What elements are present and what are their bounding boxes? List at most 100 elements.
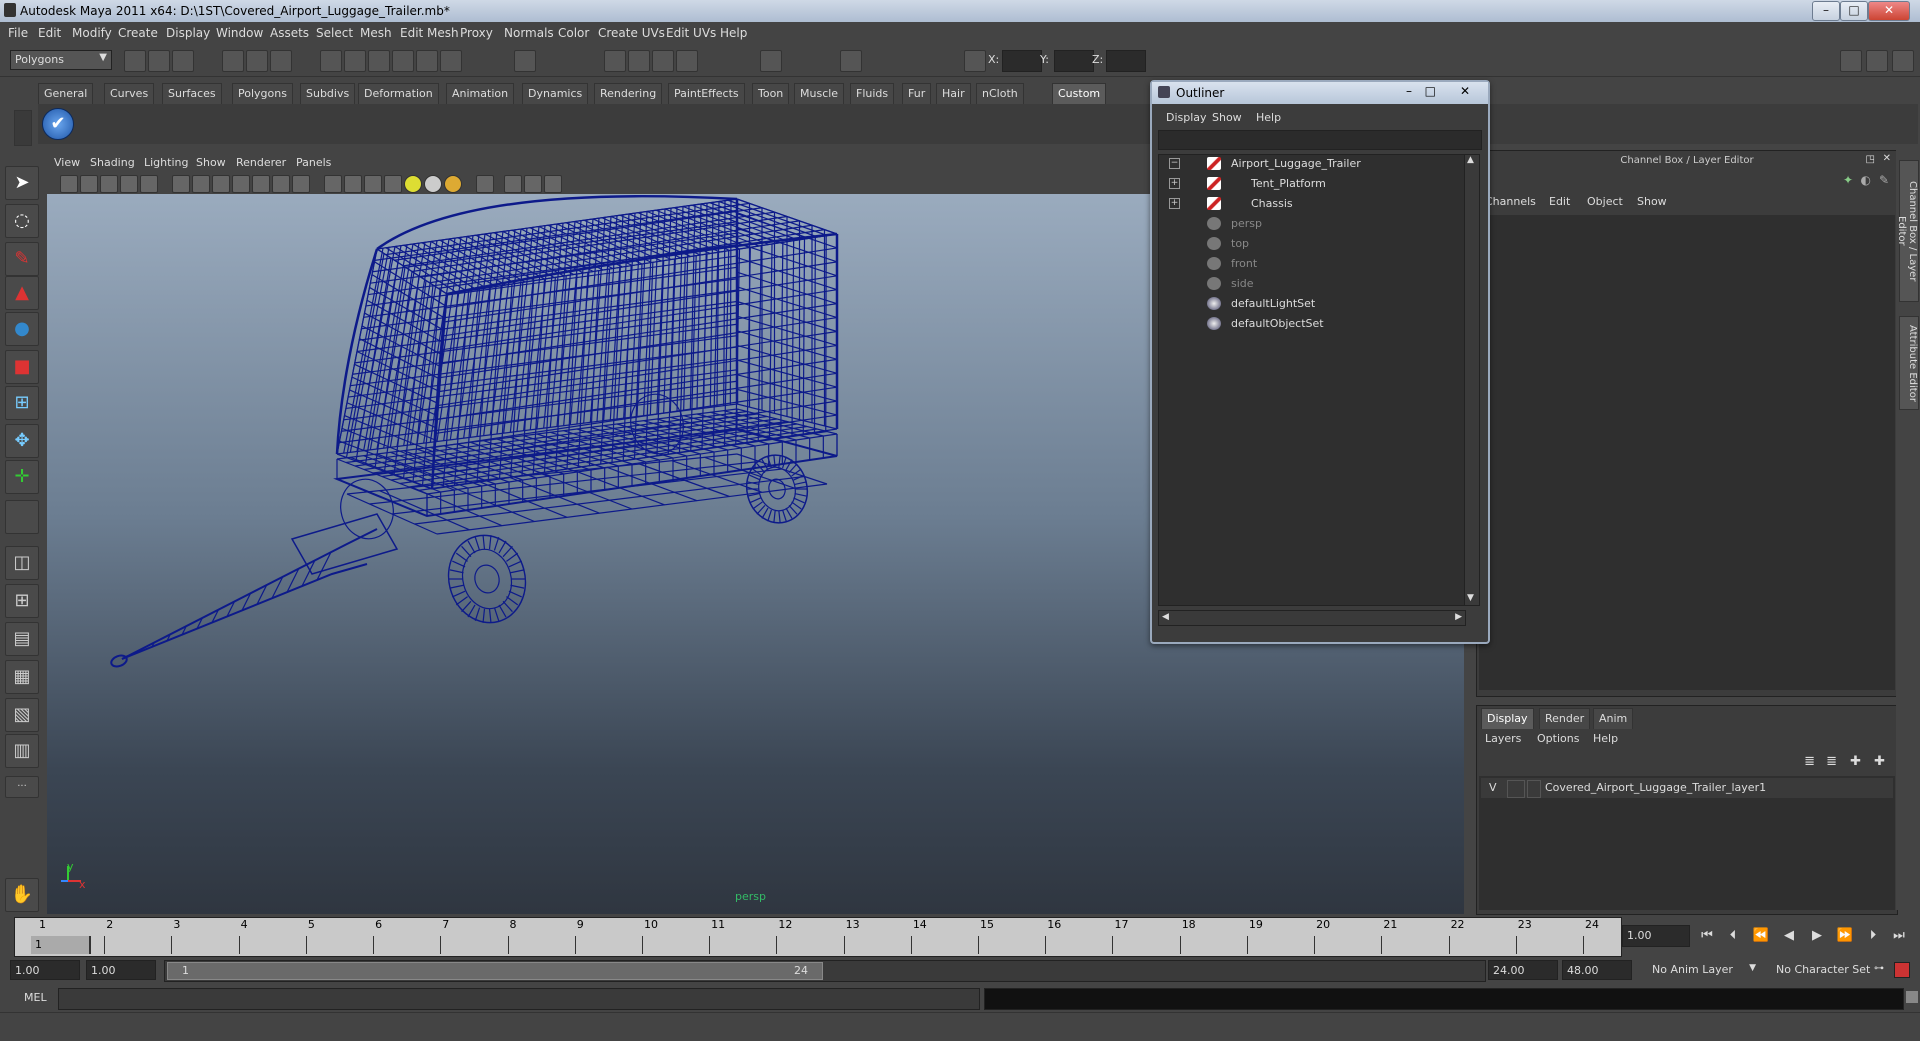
go-to-end-icon[interactable]: ⏭ [1888,925,1910,947]
range-slider-handle[interactable]: 1 24 [167,962,823,980]
shadows-icon[interactable] [444,175,462,193]
select-by-hierarchy-icon[interactable] [222,50,244,72]
outliner-close-button[interactable]: ✕ [1460,84,1470,98]
cb-menu-show[interactable]: Show [1637,195,1667,208]
animation-prefs-icon[interactable] [1894,962,1910,978]
outliner-filter-input[interactable] [1158,130,1482,150]
layer-visibility-toggle[interactable]: V [1489,781,1497,794]
play-forwards-icon[interactable]: ▶ [1806,925,1828,947]
range-slider[interactable]: 1 24 [164,960,1486,982]
step-back-icon[interactable]: ⏴ [1722,925,1744,947]
character-set-select[interactable]: No Character Set ⊶ [1764,960,1884,980]
isolate-select-icon[interactable] [476,175,494,193]
layer-menu-help[interactable]: Help [1593,732,1618,745]
vp-menu-panels[interactable]: Panels [296,156,331,169]
snap-curve-icon[interactable] [344,50,366,72]
xray-icon[interactable] [504,175,522,193]
image-plane-icon[interactable] [120,175,138,193]
select-by-object-icon[interactable] [246,50,268,72]
menu-color[interactable]: Color [558,26,589,40]
wireframe-icon[interactable] [324,175,342,193]
tab-general[interactable]: General [38,83,94,104]
more-layouts-icon[interactable]: ··· [5,776,39,798]
move-layer-up-icon[interactable]: ≣ [1804,754,1815,769]
select-tool-icon[interactable]: ➤ [5,166,39,200]
script-editor-icon[interactable] [1906,991,1918,1003]
current-frame-marker[interactable]: 1 [31,936,91,954]
render-icon[interactable] [604,50,626,72]
snap-grid-icon[interactable] [320,50,342,72]
last-tool-icon[interactable] [5,500,39,534]
open-scene-icon[interactable] [148,50,170,72]
menu-edit[interactable]: Edit [38,26,61,40]
xray-joints-icon[interactable] [524,175,542,193]
menu-create-uvs[interactable]: Create UVs [598,26,665,40]
single-perspective-layout-icon[interactable]: ◫ [5,546,39,580]
outliner-titlebar[interactable]: Outliner – □ ✕ [1152,82,1488,104]
scale-tool-icon[interactable]: ■ [5,350,39,384]
layer-template-toggle[interactable] [1507,780,1525,798]
menu-display[interactable]: Display [166,26,210,40]
menu-edit-mesh[interactable]: Edit Mesh [400,26,459,40]
tab-deformation[interactable]: Deformation [358,83,439,104]
new-scene-icon[interactable] [124,50,146,72]
outliner-menu-show[interactable]: Show [1212,111,1242,124]
close-panel-icon[interactable]: ✕ [1883,153,1891,164]
outliner-item-default-light-set[interactable]: defaultLightSet [1159,295,1459,313]
channel-icon-c[interactable]: ✎ [1879,173,1889,187]
scroll-down-icon[interactable]: ▼ [1467,593,1474,603]
step-forward-icon[interactable]: ⏵ [1862,925,1884,947]
tab-subdivs[interactable]: Subdivs [300,83,356,104]
playback-start-field[interactable]: 1.00 [86,960,156,980]
outliner-item-top[interactable]: top [1159,235,1459,253]
cb-menu-channels[interactable]: Channels [1485,195,1536,208]
layer-tab-anim[interactable]: Anim [1593,708,1634,729]
layer-row[interactable]: V Covered_Airport_Luggage_Trailer_layer1 [1481,778,1893,798]
menu-proxy[interactable]: Proxy [460,26,493,40]
cb-menu-edit[interactable]: Edit [1549,195,1570,208]
new-layer-icon[interactable]: ✚ [1850,754,1861,769]
input-line-icon[interactable] [760,50,782,72]
channel-icon-b[interactable]: ◐ [1861,173,1871,187]
move-tool-icon[interactable]: ▲ [5,276,39,310]
layer-menu-layers[interactable]: Layers [1485,732,1521,745]
graph-layout-icon[interactable]: ▥ [5,734,39,768]
channel-box-toggle-icon[interactable] [1866,50,1888,72]
mode-select[interactable]: Polygons ▼ [10,50,112,70]
smooth-shade-icon[interactable] [344,175,362,193]
outliner-item-side[interactable]: side [1159,275,1459,293]
all-lights-icon[interactable] [424,175,442,193]
channel-icon-a[interactable]: ✦ [1843,173,1853,187]
time-slider[interactable]: 1 2 3 4 5 6 7 8 9 10 11 12 13 14 15 16 17 18 19 20 21 22 23 24 1 [14,917,1622,957]
close-button[interactable]: ✕ [1868,1,1910,21]
save-scene-icon[interactable] [172,50,194,72]
universal-manip-icon[interactable]: ⊞ [5,386,39,420]
step-back-key-icon[interactable]: ⏪ [1750,925,1772,947]
safe-title-icon[interactable] [292,175,310,193]
tab-toon[interactable]: Toon [752,83,790,104]
menu-create[interactable]: Create [118,26,158,40]
persp-outliner-layout-icon[interactable]: ▤ [5,622,39,656]
outliner-horizontal-scrollbar[interactable]: ◀ ▶ [1158,610,1466,626]
textured-icon[interactable] [384,175,402,193]
vp-menu-show[interactable]: Show [196,156,226,169]
soft-mod-icon[interactable]: ✥ [5,424,39,458]
shelf-handle[interactable] [14,110,32,146]
hypershade-layout-icon[interactable]: ▧ [5,698,39,732]
vp-menu-shading[interactable]: Shading [90,156,135,169]
outliner-minimize-button[interactable]: – [1406,84,1412,98]
select-by-component-icon[interactable] [270,50,292,72]
outliner-item-airport-luggage-trailer[interactable]: − Airport_Luggage_Trailer [1159,155,1459,173]
play-backwards-icon[interactable]: ◀ [1778,925,1800,947]
outliner-item-front[interactable]: front [1159,255,1459,273]
bookmarks-icon[interactable] [100,175,118,193]
rotate-tool-icon[interactable]: ● [5,312,39,346]
tab-ncloth[interactable]: nCloth [976,83,1024,104]
tab-fluids[interactable]: Fluids [850,83,895,104]
select-camera-icon[interactable] [60,175,78,193]
vp-menu-lighting[interactable]: Lighting [144,156,188,169]
absolute-transform-icon[interactable] [964,50,986,72]
command-input[interactable] [58,988,980,1010]
layer-menu-options[interactable]: Options [1537,732,1579,745]
tab-muscle[interactable]: Muscle [794,83,845,104]
